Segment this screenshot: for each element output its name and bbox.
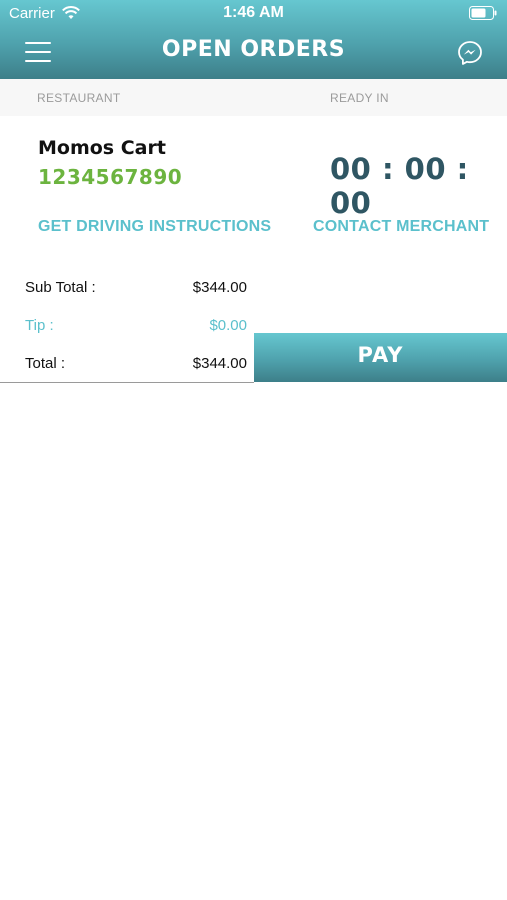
contact-merchant-link[interactable]: CONTACT MERCHANT <box>313 218 489 236</box>
tip-value[interactable]: $0.00 <box>209 317 247 334</box>
nav-bar: OPEN ORDERS <box>0 28 507 79</box>
total-row: Total : $344.00 <box>25 355 247 375</box>
order-totals: Sub Total : $344.00 Tip : $0.00 Total : … <box>0 270 254 383</box>
tip-label: Tip : <box>25 317 54 334</box>
get-driving-instructions-link[interactable]: GET DRIVING INSTRUCTIONS <box>38 218 271 236</box>
battery-icon <box>469 6 497 20</box>
app-header: Carrier 1:46 AM OPEN ORDERS <box>0 0 507 79</box>
sub-total-row: Sub Total : $344.00 <box>25 279 247 299</box>
status-bar: Carrier 1:46 AM <box>0 0 507 28</box>
column-restaurant: RESTAURANT <box>37 91 121 105</box>
sub-total-value: $344.00 <box>192 279 247 296</box>
column-ready-in: READY IN <box>330 91 389 105</box>
pay-button[interactable]: PAY <box>254 333 507 382</box>
messenger-chat-icon[interactable] <box>457 40 483 66</box>
page-title: OPEN ORDERS <box>161 37 346 62</box>
status-time: 1:46 AM <box>223 4 284 21</box>
restaurant-phone[interactable]: 1234567890 <box>38 165 182 189</box>
total-value: $344.00 <box>192 355 247 372</box>
open-orders-screen: Carrier 1:46 AM OPEN ORDERS RESTAURANT R… <box>0 0 507 900</box>
tip-row[interactable]: Tip : $0.00 <box>25 317 247 337</box>
total-label: Total : <box>25 355 66 372</box>
column-header: RESTAURANT READY IN <box>0 79 507 116</box>
sub-total-label: Sub Total : <box>25 279 96 296</box>
ready-in-timer: 00 : 00 : 00 <box>330 152 469 220</box>
restaurant-name: Momos Cart <box>38 137 166 159</box>
